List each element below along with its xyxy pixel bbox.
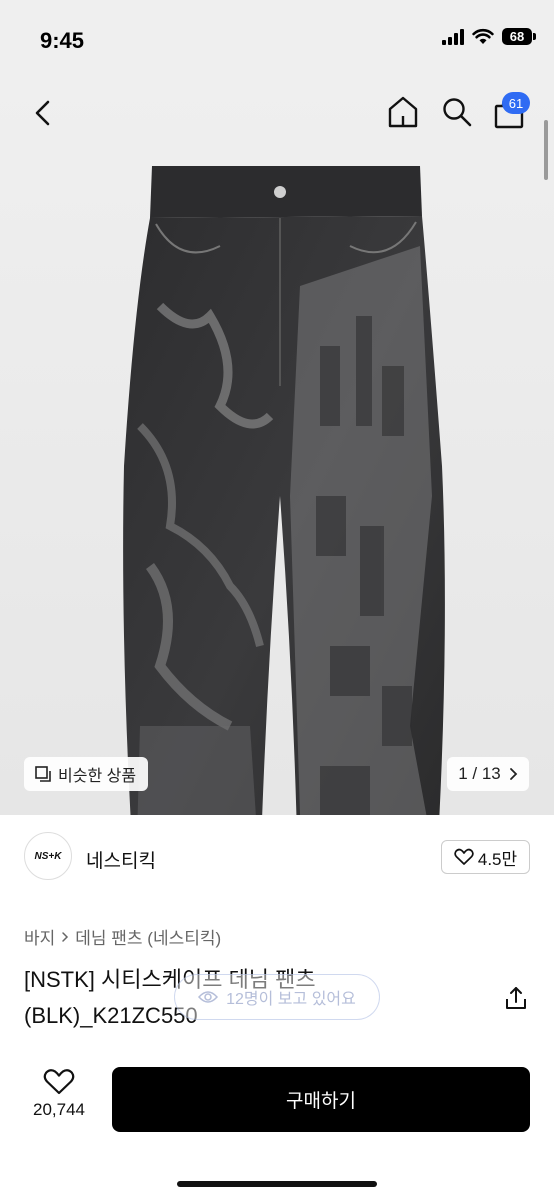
wish-button[interactable]: 20,744 — [24, 1068, 94, 1128]
eye-icon — [198, 991, 219, 1003]
similar-products-label: 비슷한 상품 — [58, 768, 137, 785]
status-bar: 9:45 68 — [0, 0, 554, 80]
cart-count-badge: 61 — [502, 92, 530, 114]
top-nav — [0, 80, 554, 146]
status-time: 9:45 — [40, 28, 85, 53]
battery-level: 68 — [509, 29, 525, 44]
brand-logo[interactable]: NS+K — [24, 832, 72, 880]
heart-icon — [43, 1069, 75, 1095]
signal-icon — [442, 28, 464, 45]
home-icon[interactable] — [386, 94, 420, 130]
status-icons: 68 — [442, 28, 536, 45]
search-icon[interactable] — [440, 94, 474, 130]
image-page-indicator[interactable]: 1 / 13 — [447, 757, 529, 791]
similar-products-button[interactable]: 비슷한 상품 — [24, 757, 149, 791]
battery-icon: 68 — [502, 28, 536, 45]
product-image-carousel[interactable] — [0, 80, 554, 815]
viewers-toast: 12명이 보고 있어요 — [174, 974, 380, 1020]
scrollbar — [544, 120, 548, 180]
chevron-right-icon — [509, 768, 518, 780]
chevron-right-icon — [62, 931, 69, 942]
copy-icon — [35, 766, 51, 782]
page-indicator-text: 1 / 13 — [458, 764, 501, 783]
brand-like-count: 4.5만 — [477, 849, 518, 869]
breadcrumb: 바지 데님 팬츠 (네스티킥) — [24, 924, 221, 949]
buy-button[interactable]: 구매하기 — [112, 1067, 530, 1132]
wish-count: 20,744 — [33, 1100, 85, 1119]
breadcrumb-root[interactable]: 바지 — [24, 924, 55, 949]
viewers-text: 12명이 보고 있어요 — [226, 991, 356, 1008]
back-arrow-icon[interactable] — [28, 96, 58, 130]
brand-row: NS+K 네스티킥 4.5만 — [24, 832, 530, 884]
brand-like-button[interactable]: 4.5만 — [441, 840, 530, 874]
share-icon[interactable] — [502, 984, 530, 1012]
product-image — [123, 166, 445, 815]
wifi-icon — [472, 28, 494, 44]
heart-icon — [454, 848, 474, 865]
breadcrumb-sub[interactable]: 데님 팬츠 (네스티킥) — [75, 924, 221, 949]
home-indicator — [177, 1181, 377, 1187]
brand-name[interactable]: 네스티킥 — [86, 846, 156, 873]
